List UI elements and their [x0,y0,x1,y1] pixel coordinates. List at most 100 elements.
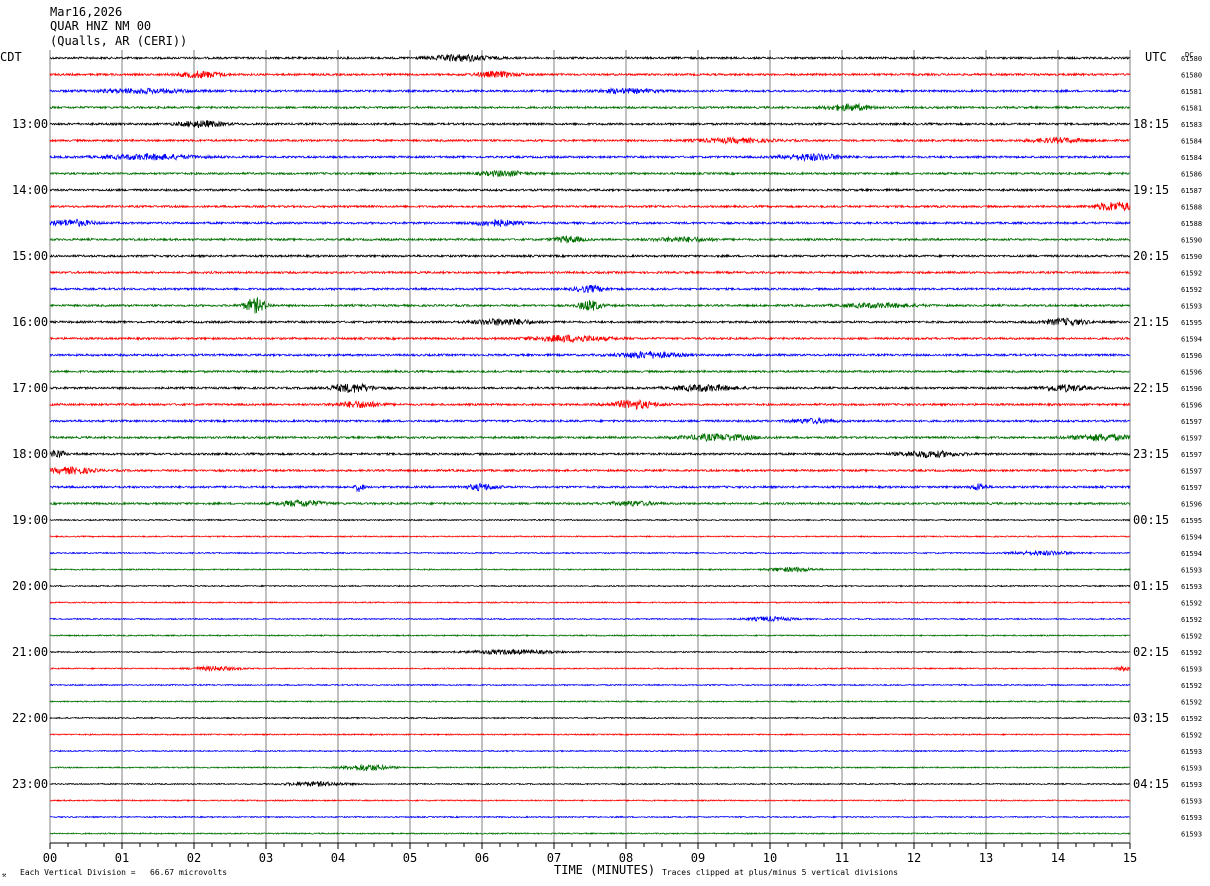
dc-value-label: 61592 [1181,600,1202,608]
trace-line [49,102,1131,112]
cdt-hour-label: 17:00 [12,381,48,395]
dc-value-label: 61592 [1181,732,1202,740]
x-tick-label: 02 [187,851,201,865]
utc-hour-label: 18:15 [1133,117,1169,131]
dc-value-label: 61590 [1181,237,1202,245]
trace-line [50,665,1131,673]
dc-value-label: 61593 [1181,831,1202,839]
dc-value-label: 61596 [1181,501,1202,509]
dc-value-label: 61593 [1181,567,1202,575]
x-tick-label: 15 [1123,851,1137,865]
scale-note: Each Vertical Division = 66.67 microvolt… [20,868,227,877]
dc-value-label: 61596 [1181,402,1202,410]
trace-line [49,416,1131,425]
footer-icon: ⚒ [2,871,7,879]
trace-line [49,633,1131,638]
trace-line [49,152,1130,163]
trace-line [49,716,1131,720]
trace-line [49,70,1131,79]
trace-line [49,382,1131,393]
right-timezone-label: UTC [1145,50,1167,64]
cdt-hour-label: 14:00 [12,183,48,197]
trace-line [49,53,1131,63]
x-tick-label: 04 [331,851,345,865]
helicorder-chart: Mar16,2026 QUAR HNZ NM 00 (Qualls, AR (C… [0,5,1202,879]
dc-value-label: 61593 [1181,666,1202,674]
utc-hour-label: 19:15 [1133,183,1169,197]
trace-line [49,498,1131,508]
dc-value-label: 61580 [1181,55,1202,63]
trace-line [49,780,1130,788]
trace-line [49,534,1131,539]
trace-line [49,350,1131,360]
dc-value-label: 61593 [1181,583,1202,591]
dc-value-label: 61584 [1181,154,1202,162]
dc-value-label: 61593 [1181,748,1202,756]
dc-value-label: 61595 [1181,517,1202,525]
dc-value-label: 61597 [1181,484,1202,492]
x-tick-label: 12 [907,851,921,865]
dc-value-label: 61584 [1181,138,1202,146]
dc-value-label: 61597 [1181,418,1202,426]
utc-hour-label: 03:15 [1133,711,1169,725]
dc-value-label: 61594 [1181,534,1202,542]
location-title: (Qualls, AR (CERI)) [50,34,187,48]
time-axis: 00 01 02 03 04 05 06 07 08 09 10 11 12 13 14 15 [43,842,1137,865]
trace-line [49,831,1131,836]
dc-value-label: 61592 [1181,286,1202,294]
dc-value-label: 61586 [1181,171,1202,179]
utc-hour-label: 22:15 [1133,381,1169,395]
trace-line [50,466,1131,476]
trace-line [49,399,1131,410]
dc-value-label: 61593 [1181,781,1202,789]
trace-line [49,136,1130,145]
dc-value-label: 61596 [1181,385,1202,393]
station-title: QUAR HNZ NM 00 [50,19,151,33]
trace-line [49,763,1131,772]
cdt-hour-label: 22:00 [12,711,48,725]
dc-value-label: 61596 [1181,352,1202,360]
dc-value-label: 61593 [1181,765,1202,773]
trace-line [49,518,1131,522]
dc-value-label: 61597 [1181,435,1202,443]
trace-line [49,187,1131,193]
cdt-hour-labels: 13:00 14:00 15:00 16:00 17:00 18:00 19:00 20:00… [12,117,48,791]
dc-value-label: 61592 [1181,633,1202,641]
left-timezone-label: CDT [0,50,22,64]
utc-hour-label: 04:15 [1133,777,1169,791]
trace-line [49,270,1131,275]
trace-line [49,369,1131,374]
cdt-hour-label: 23:00 [12,777,48,791]
x-axis-title: TIME (MINUTES) [554,863,655,877]
dc-value-label: 61592 [1181,715,1202,723]
x-tick-label: 09 [691,851,705,865]
cdt-hour-label: 20:00 [12,579,48,593]
x-tick-label: 13 [979,851,993,865]
x-tick-label: 03 [259,851,273,865]
vertical-gridlines [49,50,1131,843]
trace-line [49,253,1131,259]
dc-value-label: 61592 [1181,616,1202,624]
dc-value-label: 61596 [1181,369,1202,377]
x-tick-label: 06 [475,851,489,865]
dc-value-label: 61593 [1181,798,1202,806]
dc-value-label: 61597 [1181,468,1202,476]
dc-value-label: 61580 [1181,72,1202,80]
trace-line [49,317,1131,327]
dc-value-label: 61592 [1181,699,1202,707]
trace-line [49,600,1131,605]
dc-value-label: 61588 [1181,220,1202,228]
cdt-hour-label: 18:00 [12,447,48,461]
x-tick-label: 14 [1051,851,1065,865]
dc-value-label: 61581 [1181,105,1202,113]
trace-line [49,648,1131,656]
dc-value-label: 61588 [1181,204,1202,212]
trace-line [50,798,1131,803]
dc-value-label: 61583 [1181,121,1202,129]
x-tick-label: 05 [403,851,417,865]
trace-line [49,615,1131,623]
trace-line [49,218,1131,228]
cdt-hour-label: 16:00 [12,315,48,329]
dc-value-label: 61590 [1181,253,1202,261]
dc-value-label: 61592 [1181,270,1202,278]
